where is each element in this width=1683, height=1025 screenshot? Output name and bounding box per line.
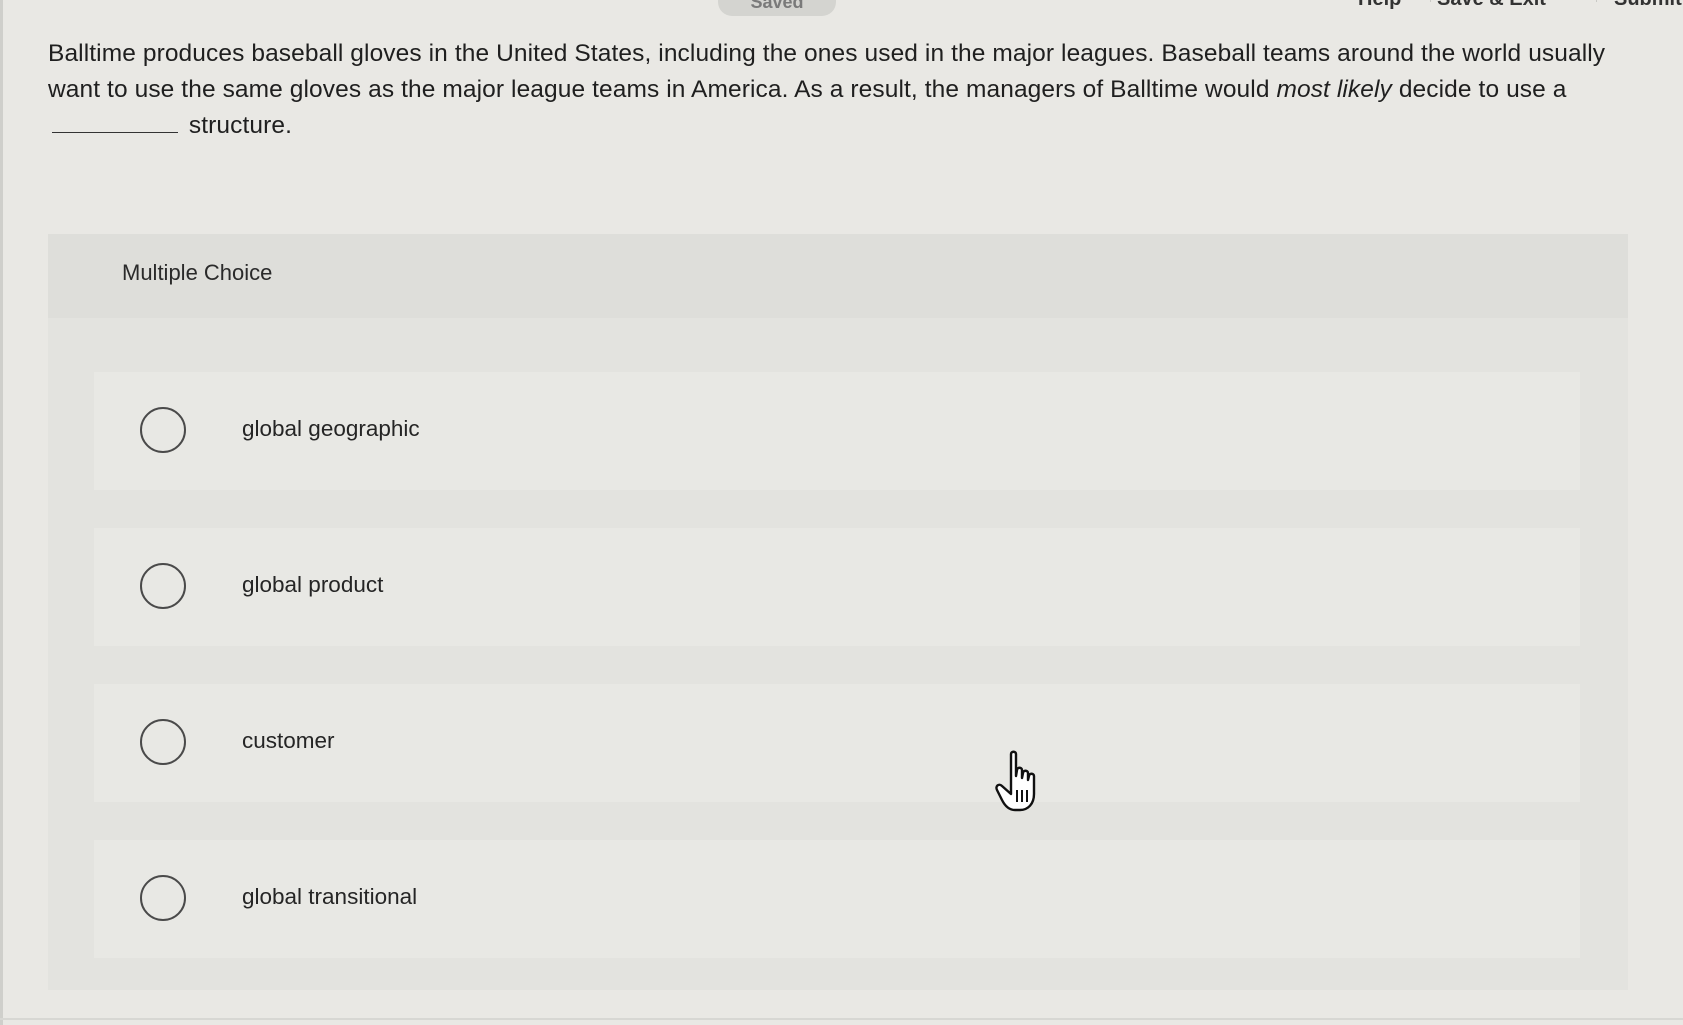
radio-unselected-icon[interactable]	[140, 719, 186, 765]
question-text-part: decide to use a	[1391, 76, 1567, 103]
multiple-choice-header: Multiple Choice	[48, 234, 1628, 318]
help-link[interactable]: Help	[1358, 0, 1401, 11]
hand-pointer-icon	[995, 750, 1036, 812]
question-emphasis: most likely	[1276, 76, 1392, 103]
multiple-choice-panel: Multiple Choice global geographic global…	[48, 234, 1628, 990]
choice-label: global product	[242, 572, 384, 597]
question-text-part: structure.	[182, 112, 293, 139]
radio-unselected-icon[interactable]	[140, 407, 186, 453]
choice-label: global transitional	[242, 884, 418, 909]
submit-link[interactable]: Submit	[1614, 0, 1682, 11]
choice-option-customer[interactable]: customer	[94, 684, 1580, 802]
choice-option-global-geographic[interactable]: global geographic	[94, 372, 1580, 490]
multiple-choice-label: Multiple Choice	[122, 260, 273, 285]
nav-separator	[1596, 0, 1597, 2]
question-text: Balltime produces baseball gloves in the…	[48, 36, 1648, 144]
left-edge-divider	[0, 0, 3, 1025]
bottom-divider	[0, 1018, 1683, 1020]
radio-unselected-icon[interactable]	[140, 875, 186, 921]
choice-option-global-product[interactable]: global product	[94, 528, 1580, 646]
choice-label: global geographic	[242, 416, 420, 441]
saved-status-pill: Saved	[718, 0, 836, 16]
top-navigation: Saved Help Save & Exit Submit	[0, 0, 1683, 18]
choice-label: customer	[242, 728, 335, 753]
answer-blank	[52, 112, 178, 133]
choice-option-global-transitional[interactable]: global transitional	[94, 840, 1580, 958]
nav-separator	[1430, 0, 1431, 2]
radio-unselected-icon[interactable]	[140, 563, 186, 609]
save-exit-link[interactable]: Save & Exit	[1437, 0, 1546, 11]
